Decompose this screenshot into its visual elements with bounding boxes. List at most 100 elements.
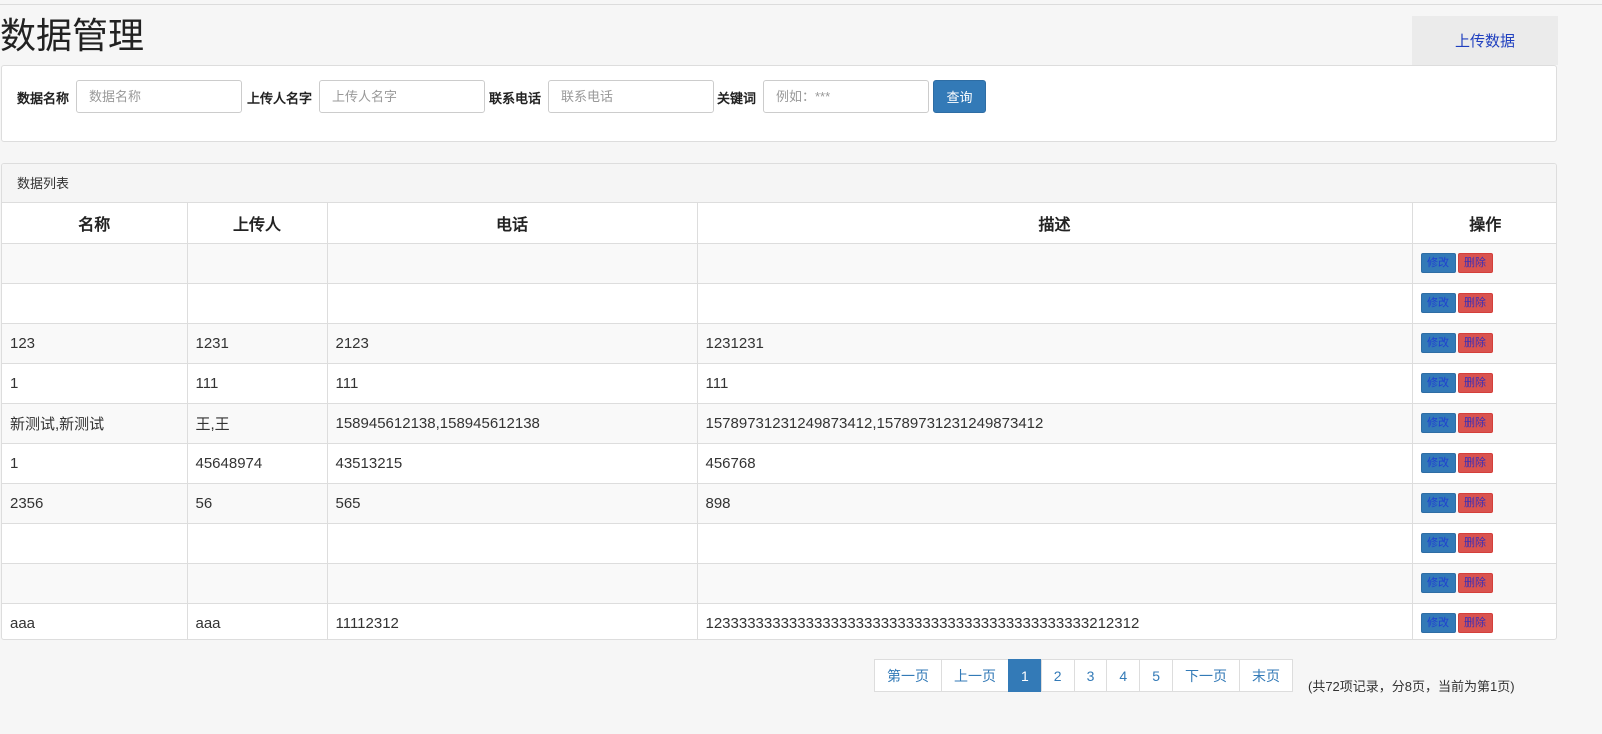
delete-button[interactable]: 删除 — [1457, 333, 1493, 353]
cell-phone: 11112312 — [326, 602, 698, 639]
delete-button[interactable]: 删除 — [1457, 573, 1493, 593]
page: 数据管理 上传数据 数据名称 上传人名字 联系电话 关键词 查询 数据列表 名称 — [0, 0, 1602, 734]
data-table: 名称 上传人 电话 描述 操作 修改 删除 修改 删除 123 1231 2123 12312… — [2, 203, 1556, 639]
cell-name — [2, 562, 188, 604]
cell-uploader — [186, 562, 328, 604]
edit-button[interactable]: 修改 — [1420, 613, 1456, 633]
cell-phone: 158945612138,158945612138 — [326, 402, 698, 444]
uploader-name-label: 上传人名字 — [247, 91, 313, 106]
table-header-row: 名称 上传人 电话 描述 操作 — [2, 203, 1556, 244]
delete-button[interactable]: 删除 — [1457, 253, 1493, 273]
edit-button[interactable]: 修改 — [1420, 333, 1456, 353]
column-header-phone: 电话 — [326, 203, 698, 244]
prev-page-link[interactable]: 上一页 — [941, 659, 1009, 692]
cell-description: 898 — [696, 482, 1413, 524]
cell-description: 15789731231249873412,1578973123124987341… — [696, 402, 1413, 444]
page-link-5[interactable]: 5 — [1139, 659, 1173, 692]
delete-button[interactable]: 删除 — [1457, 533, 1493, 553]
cell-description — [696, 282, 1413, 324]
uploader-name-input[interactable] — [319, 80, 485, 113]
cell-phone — [326, 242, 698, 284]
query-button[interactable]: 查询 — [933, 80, 986, 113]
table-row: 1 111 111 111 修改 删除 — [2, 362, 1556, 404]
edit-button[interactable]: 修改 — [1420, 493, 1456, 513]
cell-uploader: 56 — [186, 482, 328, 524]
cell-description: 111 — [696, 362, 1413, 404]
page-link-4[interactable]: 4 — [1106, 659, 1141, 692]
cell-phone: 111 — [326, 362, 698, 404]
edit-button[interactable]: 修改 — [1420, 413, 1456, 433]
phone-label: 联系电话 — [489, 91, 542, 106]
edit-button[interactable]: 修改 — [1420, 453, 1456, 473]
last-page-link[interactable]: 末页 — [1238, 659, 1293, 692]
table-row: 修改 删除 — [2, 242, 1556, 284]
first-page-link[interactable]: 第一页 — [874, 659, 942, 692]
cell-description — [696, 522, 1413, 564]
cell-uploader — [186, 282, 328, 324]
cell-actions: 修改 删除 — [1411, 602, 1556, 639]
edit-button[interactable]: 修改 — [1420, 373, 1456, 393]
cell-actions: 修改 删除 — [1411, 522, 1556, 564]
phone-input[interactable] — [548, 80, 714, 113]
next-page-link[interactable]: 下一页 — [1171, 659, 1240, 692]
table-row: aaa aaa 11112312 12333333333333333333333333… — [2, 602, 1556, 639]
cell-actions: 修改 删除 — [1411, 402, 1556, 444]
table-row: 修改 删除 — [2, 522, 1556, 564]
cell-uploader — [186, 522, 328, 564]
cell-actions: 修改 删除 — [1411, 562, 1556, 604]
cell-actions: 修改 删除 — [1411, 282, 1556, 324]
cell-actions: 修改 删除 — [1411, 362, 1556, 404]
cell-phone: 2123 — [326, 322, 698, 364]
keyword-input[interactable] — [763, 80, 929, 113]
cell-uploader: 王,王 — [186, 402, 328, 444]
keyword-label: 关键词 — [717, 91, 757, 106]
data-list-panel: 数据列表 名称 上传人 电话 描述 操作 修改 删除 修改 删除 123 1231 2123… — [1, 163, 1557, 640]
cell-phone — [326, 522, 698, 564]
page-title: 数据管理 — [0, 15, 145, 56]
delete-button[interactable]: 删除 — [1457, 493, 1493, 513]
search-panel: 数据名称 上传人名字 联系电话 关键词 查询 — [1, 65, 1557, 142]
delete-button[interactable]: 删除 — [1457, 373, 1493, 393]
cell-name: 新测试,新测试 — [2, 402, 188, 444]
cell-description: 456768 — [696, 442, 1413, 484]
cell-name: 2356 — [2, 482, 188, 524]
cell-description — [696, 562, 1413, 604]
delete-button[interactable]: 删除 — [1457, 453, 1493, 473]
cell-name — [2, 282, 188, 324]
cell-uploader — [186, 242, 328, 284]
column-header-name: 名称 — [2, 203, 188, 244]
pagination-info: (共72项记录，分8页，当前为第1页) — [1308, 679, 1515, 694]
page-link-1[interactable]: 1 — [1008, 659, 1042, 692]
cell-name: aaa — [2, 602, 188, 639]
table-row: 修改 删除 — [2, 282, 1556, 324]
cell-actions: 修改 删除 — [1411, 242, 1556, 284]
delete-button[interactable]: 删除 — [1457, 293, 1493, 313]
delete-button[interactable]: 删除 — [1457, 413, 1493, 433]
edit-button[interactable]: 修改 — [1420, 573, 1456, 593]
cell-uploader: 1231 — [186, 322, 328, 364]
data-name-input[interactable] — [76, 80, 242, 113]
edit-button[interactable]: 修改 — [1420, 533, 1456, 553]
cell-phone: 565 — [326, 482, 698, 524]
page-link-2[interactable]: 2 — [1040, 659, 1075, 692]
data-name-label: 数据名称 — [17, 91, 70, 106]
edit-button[interactable]: 修改 — [1420, 293, 1456, 313]
pagination: 第一页 上一页 1 2 3 4 5 下一页 末页 — [874, 659, 1293, 692]
upload-data-button[interactable]: 上传数据 — [1412, 16, 1558, 65]
cell-phone — [326, 562, 698, 604]
table-row: 2356 56 565 898 修改 删除 — [2, 482, 1556, 524]
page-link-3[interactable]: 3 — [1073, 659, 1108, 692]
cell-name — [2, 242, 188, 284]
cell-phone: 43513215 — [326, 442, 698, 484]
cell-description — [696, 242, 1413, 284]
edit-button[interactable]: 修改 — [1420, 253, 1456, 273]
column-header-uploader: 上传人 — [186, 203, 328, 244]
cell-description: 1233333333333333333333333333333333333333… — [696, 602, 1413, 639]
table-row: 1 45648974 43513215 456768 修改 删除 — [2, 442, 1556, 484]
cell-uploader: 111 — [186, 362, 328, 404]
top-divider — [0, 4, 1602, 5]
cell-name — [2, 522, 188, 564]
data-list-heading: 数据列表 — [2, 164, 1556, 203]
cell-name: 1 — [2, 442, 188, 484]
delete-button[interactable]: 删除 — [1457, 613, 1493, 633]
